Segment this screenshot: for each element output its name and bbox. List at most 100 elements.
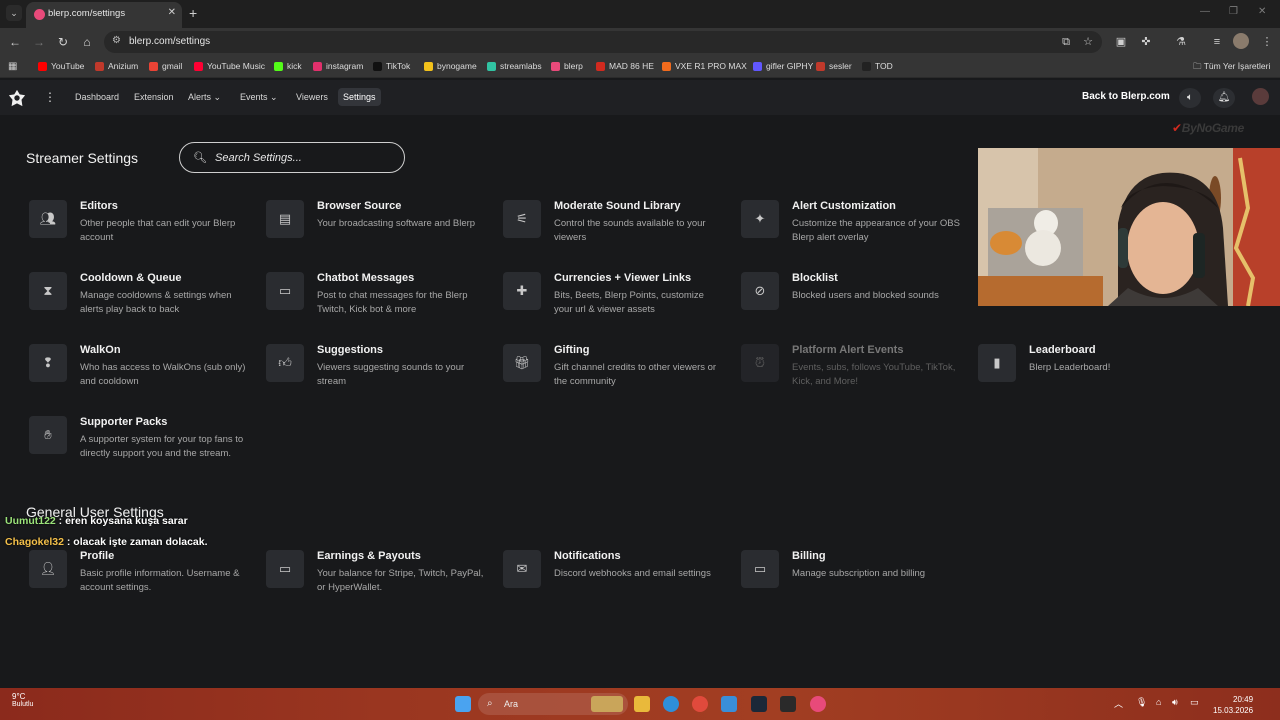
nav-dashboard[interactable]: Dashboard <box>75 92 119 102</box>
settings-card-browser-source[interactable]: ▤ Browser Source Your broadcasting softwar… <box>263 200 493 260</box>
close-tab-icon[interactable]: ✕ <box>168 7 176 18</box>
url-text[interactable]: blerp.com/settings <box>129 36 210 47</box>
settings-card-platform-alert-events[interactable]: ⏰︎ Platform Alert Events Events, subs, fol… <box>738 344 968 404</box>
file-explorer-icon[interactable] <box>634 696 650 712</box>
store-icon[interactable] <box>721 696 737 712</box>
settings-card-gifting[interactable]: 🎁︎ Gifting Gift channel credits to other v… <box>500 344 730 404</box>
install-app-icon[interactable]: ⧉ <box>1058 34 1074 50</box>
bookmark-star-icon[interactable]: ☆ <box>1080 34 1096 50</box>
bookmark-13[interactable]: sesler <box>816 61 852 71</box>
chevron-down-icon: ⌄ <box>270 92 278 102</box>
bookmark-2[interactable]: gmail <box>149 61 182 71</box>
bookmark-11[interactable]: VXE R1 PRO MAX <box>662 61 747 71</box>
bookmark-label: kick <box>287 61 302 71</box>
back-arrow-icon[interactable]: ← <box>7 34 23 50</box>
chrome-menu-icon[interactable]: ⋮ <box>1259 34 1275 50</box>
all-bookmarks[interactable]: 🗀 Tüm Yer İşaretleri <box>1193 61 1270 75</box>
bookmark-1[interactable]: Anizium <box>95 61 138 71</box>
settings-card-currencies-viewer-links[interactable]: ✚ Currencies + Viewer Links Bits, Beets, B… <box>500 272 730 332</box>
bookmark-4[interactable]: kick <box>274 61 302 71</box>
extension-icon[interactable]: ▣ <box>1113 34 1129 50</box>
more-menu-icon[interactable]: ⋮ <box>44 90 56 104</box>
address-bar[interactable]: ⚙ blerp.com/settings <box>104 31 1102 53</box>
tray-chevron-icon[interactable]: ︿ <box>1114 697 1123 710</box>
bookmark-0[interactable]: YouTube <box>38 61 84 71</box>
magic-wand-icon: ✦ <box>741 200 779 238</box>
browser-tab[interactable]: blerp.com/settings ✕ <box>26 2 182 28</box>
nav-viewers[interactable]: Viewers <box>296 92 328 102</box>
extension-2-icon[interactable]: ⚗ <box>1173 34 1189 50</box>
bookmark-7[interactable]: bynogame <box>424 61 477 71</box>
speaker-icon[interactable]: 🔊︎ <box>1172 697 1178 708</box>
settings-card-supporter-packs[interactable]: ✋︎ Supporter Packs A supporter system for … <box>26 416 256 476</box>
settings-card-alert-customization[interactable]: ✦ Alert Customization Customize the appear… <box>738 200 968 260</box>
profile-avatar-icon[interactable] <box>1233 33 1249 49</box>
bookmark-9[interactable]: blerp <box>551 61 583 71</box>
reload-icon[interactable]: ↻ <box>55 34 71 50</box>
settings-card-moderate-sound-library[interactable]: ⚟ Moderate Sound Library Control the sound… <box>500 200 730 260</box>
browser-tab-strip: ⌄ blerp.com/settings ✕ + — ❐ ✕ <box>0 0 1280 28</box>
epic-games-icon[interactable] <box>780 696 796 712</box>
bookmark-14[interactable]: TOD <box>862 61 893 71</box>
settings-card-notifications[interactable]: ✉ Notifications Discord webhooks and email… <box>500 550 730 610</box>
clock[interactable]: 20:49 15.03.2026 <box>1213 694 1253 716</box>
extensions-puzzle-icon[interactable]: ✜ <box>1138 34 1154 50</box>
user-avatar[interactable] <box>1252 88 1269 105</box>
network-icon[interactable]: ⌂ <box>1156 697 1161 707</box>
restore-icon[interactable]: ❐ <box>1229 6 1238 17</box>
bookmark-label: Anizium <box>108 61 139 71</box>
back-to-blerp-link[interactable]: Back to Blerp.com <box>1082 91 1170 102</box>
bookmark-3[interactable]: YouTube Music <box>194 61 265 71</box>
nav-settings[interactable]: Settings <box>338 88 381 106</box>
settings-card-earnings-payouts[interactable]: ▭ Earnings & Payouts Your balance for Stri… <box>263 550 493 610</box>
bookmark-favicon-icon <box>95 61 104 71</box>
steam-icon[interactable] <box>751 696 767 712</box>
nav-events[interactable]: Events ⌄ <box>240 92 278 103</box>
bookmark-12[interactable]: gifler GIPHY <box>753 61 813 71</box>
apps-grid-icon[interactable]: ▦ <box>8 61 17 72</box>
chrome-icon[interactable] <box>692 696 708 712</box>
weather-widget[interactable]: 9°C Bulutlu <box>12 692 33 708</box>
search-input[interactable] <box>215 150 395 166</box>
bookmark-favicon-icon <box>753 61 762 71</box>
volume-icon[interactable]: 🔈︎ <box>1179 88 1201 108</box>
close-window-icon[interactable]: ✕ <box>1258 6 1266 17</box>
settings-card-suggestions[interactable]: 👍︎ Suggestions Viewers suggesting sounds t… <box>263 344 493 404</box>
settings-card-blocklist[interactable]: ⊘ Blocklist Blocked users and blocked soun… <box>738 272 968 332</box>
settings-card-chatbot-messages[interactable]: ▭ Chatbot Messages Post to chat messages f… <box>263 272 493 332</box>
settings-card-profile[interactable]: 👤︎ Profile Basic profile information. User… <box>26 550 256 610</box>
settings-card-walkon[interactable]: ❢ WalkOn Who has access to WalkOns (sub on… <box>26 344 256 404</box>
tab-search-chevron-icon[interactable]: ⌄ <box>6 5 22 21</box>
microphone-icon[interactable]: 🎙︎ <box>1136 697 1147 708</box>
windows-start-icon[interactable] <box>455 696 471 712</box>
forward-arrow-icon[interactable]: → <box>31 34 47 50</box>
bookmark-10[interactable]: MAD 86 HE <box>596 61 654 71</box>
people-icon: 👥︎ <box>29 200 67 238</box>
blerp-logo-icon[interactable] <box>8 89 26 107</box>
bookmark-6[interactable]: TikTok <box>373 61 410 71</box>
settings-card-billing[interactable]: ▭ Billing Manage subscription and billing <box>738 550 968 610</box>
minimize-icon[interactable]: — <box>1200 6 1210 17</box>
settings-card-cooldown-queue[interactable]: ⧗ Cooldown & Queue Manage cooldowns & sett… <box>26 272 256 332</box>
bookmark-label: sesler <box>829 61 852 71</box>
bell-icon[interactable]: 🔔︎ <box>1213 88 1235 108</box>
app-icon[interactable] <box>810 696 826 712</box>
search-settings[interactable]: 🔍︎ <box>179 142 405 173</box>
site-info-icon[interactable]: ⚙ <box>112 35 121 46</box>
card-description: Basic profile information. Username & ac… <box>80 568 240 593</box>
bookmark-8[interactable]: streamlabs <box>487 61 542 71</box>
card-description: Your broadcasting software and Blerp <box>317 218 476 229</box>
new-tab-button[interactable]: + <box>189 5 197 21</box>
nav-extension[interactable]: Extension <box>134 92 174 102</box>
settings-card-editors[interactable]: 👥︎ Editors Other people that can edit your… <box>26 200 256 260</box>
home-icon[interactable]: ⌂ <box>79 34 95 50</box>
edge-icon[interactable] <box>663 696 679 712</box>
thumbs-up-icon: 👍︎ <box>266 344 304 382</box>
gift-icon: 🎁︎ <box>503 344 541 382</box>
chat-message: Uumut122 : eren koysana kuşa sarar <box>5 515 188 527</box>
media-control-icon[interactable]: ≡ <box>1209 34 1225 50</box>
settings-card-leaderboard[interactable]: ▮ Leaderboard Blerp Leaderboard! <box>975 344 1205 404</box>
battery-icon[interactable]: ▭ <box>1190 697 1199 708</box>
bookmark-5[interactable]: instagram <box>313 61 363 71</box>
nav-alerts[interactable]: Alerts ⌄ <box>188 92 221 103</box>
